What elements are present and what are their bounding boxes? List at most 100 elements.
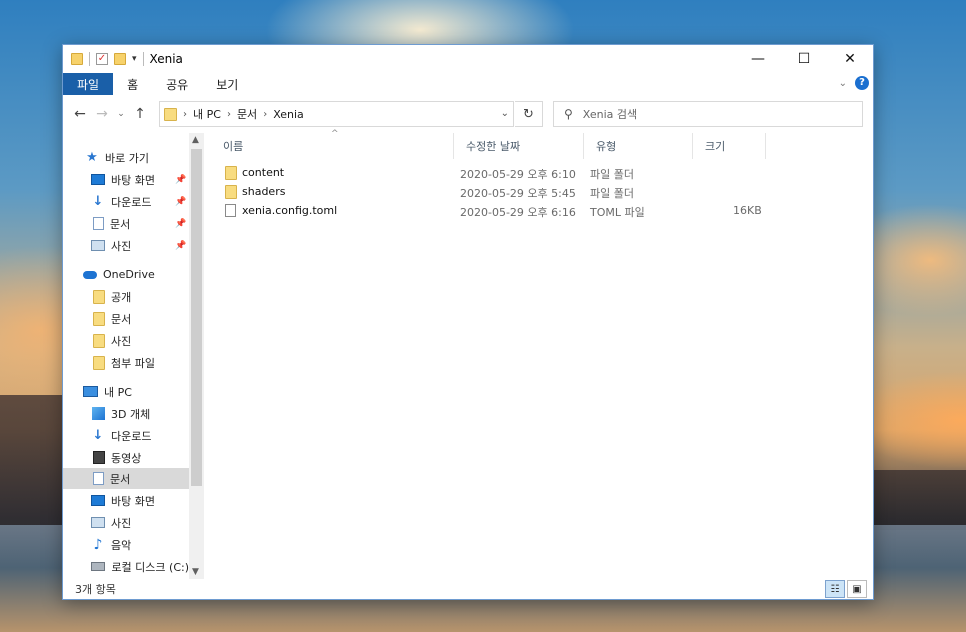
breadcrumb-xenia[interactable]: Xenia xyxy=(273,108,304,121)
file-modified: 2020-05-29 오후 5:45 xyxy=(460,187,576,200)
close-button[interactable]: ✕ xyxy=(827,45,873,73)
breadcrumb-documents[interactable]: 문서 xyxy=(237,106,257,122)
minimize-button[interactable]: — xyxy=(735,45,781,73)
sidebar-item-videos[interactable]: 동영상 xyxy=(63,447,189,468)
forward-button[interactable]: → xyxy=(91,106,113,122)
sidebar-item-label: 로컬 디스크 (C:) xyxy=(111,560,189,574)
document-icon xyxy=(93,217,104,230)
sidebar-item-label: 바탕 화면 xyxy=(111,494,155,508)
back-button[interactable]: ← xyxy=(69,106,91,122)
sidebar-item-quick-access[interactable]: ★ 바로 가기 xyxy=(63,147,189,168)
search-box[interactable]: ⚲ xyxy=(553,101,863,127)
up-button[interactable]: ↑ xyxy=(129,106,151,122)
sidebar-item-onedrive-pictures[interactable]: 사진 xyxy=(63,330,189,351)
sidebar-item-label: 문서 xyxy=(110,472,131,486)
pin-icon: 📌 xyxy=(175,240,187,251)
recent-locations-button[interactable]: ⌄ xyxy=(113,109,129,119)
column-header-name[interactable]: 이름 ^ xyxy=(211,129,454,159)
sidebar-item-downloads[interactable]: ↓ 다운로드 xyxy=(63,425,189,446)
file-icon xyxy=(225,204,236,217)
column-header-size[interactable]: 크기 xyxy=(693,133,766,159)
file-row-config[interactable]: xenia.config.toml 2020-05-29 오후 6:16 TOM… xyxy=(211,201,771,220)
pin-icon: 📌 xyxy=(175,218,187,229)
search-icon: ⚲ xyxy=(564,107,573,121)
sidebar-item-pictures-pinned[interactable]: 사진 📌 xyxy=(63,235,189,256)
help-icon[interactable]: ? xyxy=(855,76,869,90)
chevron-right-icon[interactable]: › xyxy=(263,109,267,120)
scroll-down-icon[interactable]: ▼ xyxy=(192,567,199,577)
chevron-right-icon[interactable]: › xyxy=(227,109,231,120)
file-modified: 2020-05-29 오후 6:16 xyxy=(460,206,576,219)
pictures-icon xyxy=(91,517,105,528)
window-controls: — ☐ ✕ xyxy=(735,45,873,73)
sidebar-item-3d-objects[interactable]: 3D 개체 xyxy=(63,403,189,424)
file-name: xenia.config.toml xyxy=(242,204,338,217)
download-icon: ↓ xyxy=(92,428,104,443)
sidebar-item-desktop-pinned[interactable]: 바탕 화면 📌 xyxy=(63,169,189,190)
sidebar-item-label: 공개 xyxy=(111,290,132,304)
sidebar-item-documents[interactable]: 문서 xyxy=(63,468,189,489)
folder-icon xyxy=(225,166,237,180)
chevron-right-icon[interactable]: › xyxy=(183,109,187,120)
sidebar-item-documents-pinned[interactable]: 문서 📌 xyxy=(63,213,189,234)
address-bar[interactable]: › 내 PC › 문서 › Xenia ⌄ xyxy=(159,101,514,127)
tab-share[interactable]: 공유 xyxy=(152,73,202,95)
large-icons-view-icon[interactable]: ▣ xyxy=(847,580,867,598)
sidebar-item-attachments[interactable]: 첨부 파일 xyxy=(63,352,189,373)
item-count: 3개 항목 xyxy=(75,583,116,596)
tab-view[interactable]: 보기 xyxy=(202,73,252,95)
details-view-icon[interactable]: ☷ xyxy=(825,580,845,598)
sidebar-item-this-pc[interactable]: 내 PC xyxy=(63,381,189,402)
column-header-type[interactable]: 유형 xyxy=(584,133,693,159)
sort-ascending-icon: ^ xyxy=(331,129,339,139)
folder-icon xyxy=(93,289,105,304)
sidebar-item-desktop[interactable]: 바탕 화면 xyxy=(63,490,189,511)
folder-icon xyxy=(164,107,177,121)
scroll-up-icon[interactable]: ▲ xyxy=(192,135,199,145)
file-row-content[interactable]: content 2020-05-29 오후 6:10 파일 폴더 xyxy=(211,163,771,182)
onedrive-cloud-icon xyxy=(83,270,97,279)
file-type: TOML 파일 xyxy=(590,206,645,219)
sidebar-item-pictures[interactable]: 사진 xyxy=(63,512,189,533)
customize-toolbar-icon[interactable]: ▾ xyxy=(132,54,137,64)
sidebar-item-music[interactable]: ♪ 음악 xyxy=(63,534,189,555)
title-bar: ✓ ▾ Xenia — ☐ ✕ xyxy=(63,45,873,73)
sidebar-item-public[interactable]: 공개 xyxy=(63,286,189,307)
chevron-down-icon[interactable]: ⌄ xyxy=(501,108,509,119)
divider xyxy=(89,52,90,66)
refresh-button[interactable]: ↻ xyxy=(515,101,543,127)
column-header-modified[interactable]: 수정한 날짜 xyxy=(454,133,584,159)
navigation-pane: ★ 바로 가기 바탕 화면 📌 ↓ 다운로드 📌 문서 📌 사진 📌 OneDr… xyxy=(63,133,205,579)
file-row-shaders[interactable]: shaders 2020-05-29 오후 5:45 파일 폴더 xyxy=(211,182,771,201)
breadcrumb-this-pc[interactable]: 내 PC xyxy=(193,106,221,122)
search-input[interactable] xyxy=(582,107,833,121)
folder-icon xyxy=(93,355,105,370)
sidebar-item-local-disk[interactable]: 로컬 디스크 (C:) xyxy=(63,556,189,577)
new-folder-icon[interactable] xyxy=(114,53,126,65)
sidebar-scrollbar[interactable]: ▲ ▼ xyxy=(189,133,204,579)
file-name: shaders xyxy=(242,185,286,198)
tab-home[interactable]: 홈 xyxy=(113,73,152,95)
desktop-icon xyxy=(91,495,105,506)
wallpaper-bridge-left xyxy=(0,395,62,525)
sidebar-item-onedrive-documents[interactable]: 문서 xyxy=(63,308,189,329)
folder-icon xyxy=(93,333,105,348)
sidebar-item-label: 첨부 파일 xyxy=(111,356,155,370)
ribbon-tabs: 파일 홈 공유 보기 ⌄ ? xyxy=(63,73,873,95)
column-label: 유형 xyxy=(596,140,617,153)
sidebar-item-label: 음악 xyxy=(111,538,132,552)
navigation-bar: ← → ⌄ ↑ › 내 PC › 문서 › Xenia ⌄ ↻ ⚲ xyxy=(63,97,873,131)
music-icon: ♪ xyxy=(93,536,103,553)
expand-ribbon-icon[interactable]: ⌄ xyxy=(839,78,847,89)
view-toggle: ☷ ▣ xyxy=(825,580,867,598)
tab-file[interactable]: 파일 xyxy=(63,73,114,95)
maximize-button[interactable]: ☐ xyxy=(781,45,827,73)
sidebar-item-downloads-pinned[interactable]: ↓ 다운로드 📌 xyxy=(63,191,189,212)
drive-icon xyxy=(91,562,106,571)
properties-icon[interactable]: ✓ xyxy=(96,53,108,65)
wallpaper-bridge-right xyxy=(874,470,966,530)
video-icon xyxy=(93,451,105,464)
quick-access-toolbar: ✓ ▾ xyxy=(63,52,144,66)
sidebar-item-onedrive[interactable]: OneDrive xyxy=(63,264,189,285)
scroll-thumb[interactable] xyxy=(191,149,202,486)
